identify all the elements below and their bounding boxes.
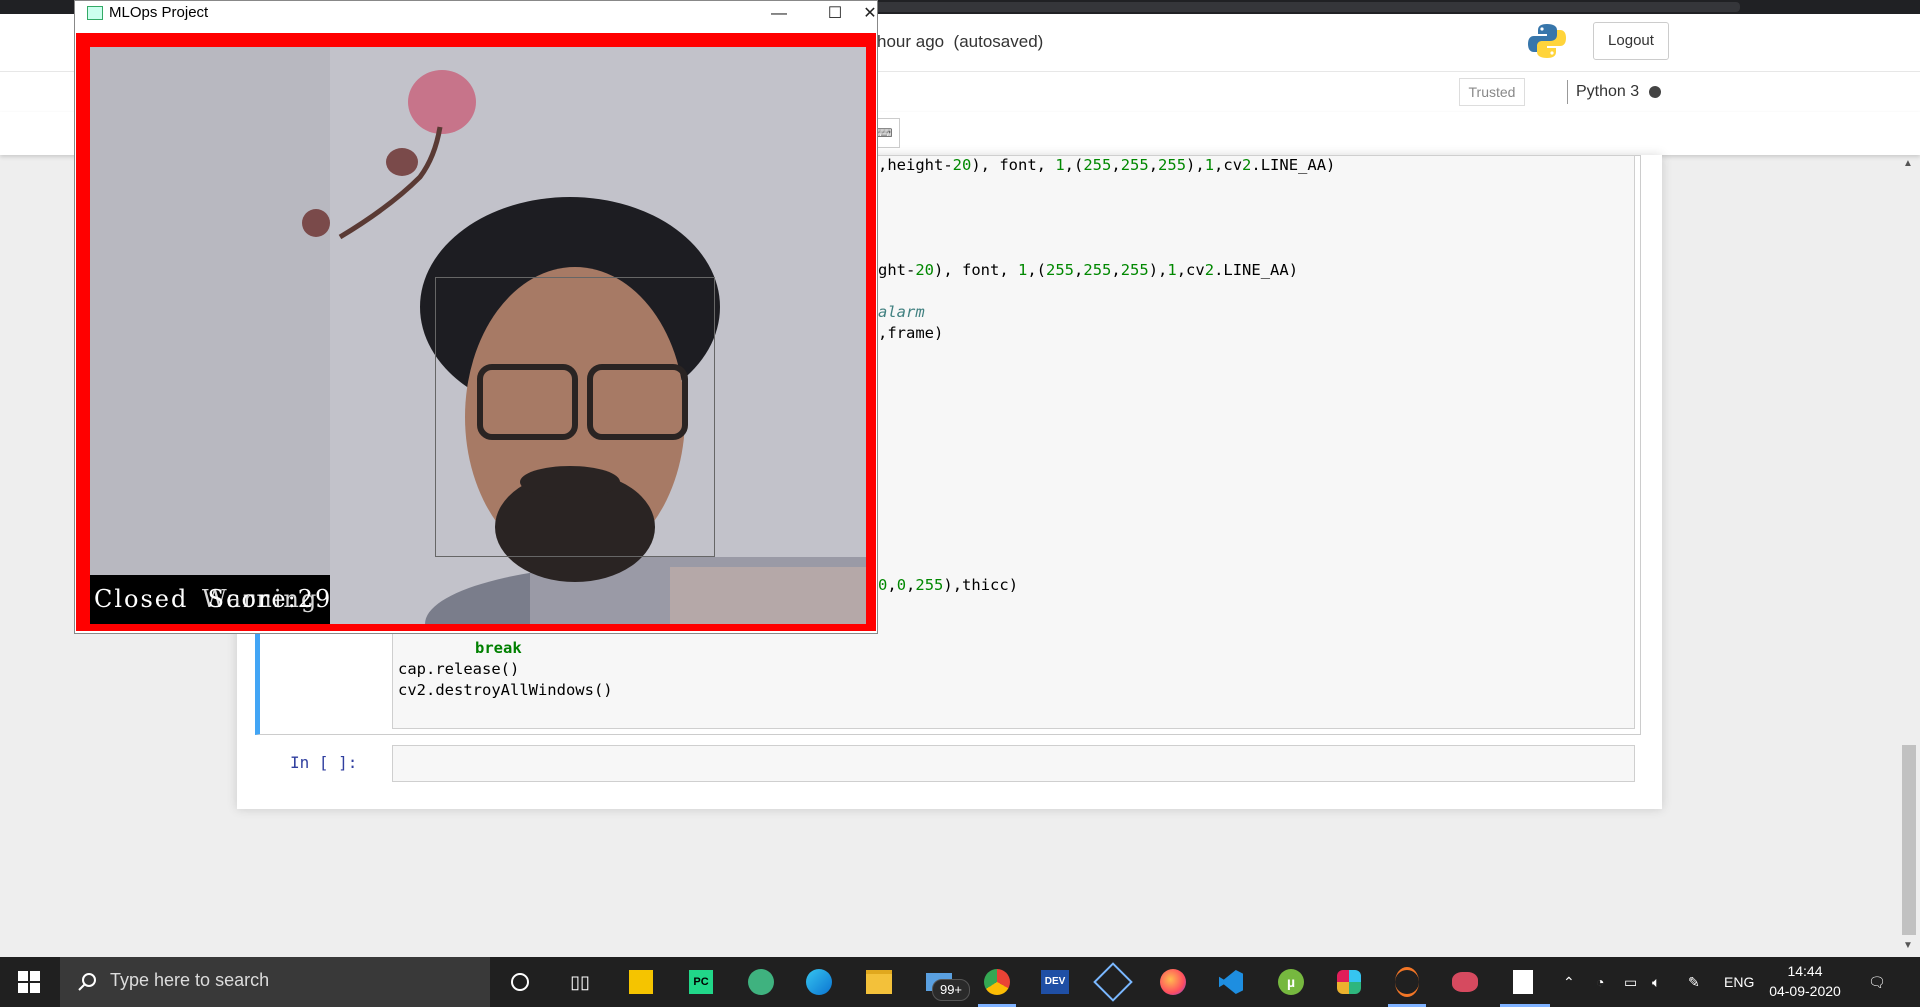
battery-icon[interactable]: ▭ xyxy=(1624,957,1637,1007)
task-view-icon[interactable]: ▯▯ xyxy=(565,967,595,997)
code-line: cv2.destroyAllWindows() xyxy=(398,681,613,699)
kernel-name: Python 3 xyxy=(1576,83,1640,100)
scrollbar-thumb[interactable] xyxy=(1902,745,1916,935)
firefox-icon[interactable] xyxy=(1158,967,1188,997)
clock-time: 14:44 xyxy=(1787,963,1823,979)
clock[interactable]: 14:44 04-09-2020 xyxy=(1762,961,1848,1001)
warning-overlay-text: Warning xyxy=(202,585,319,613)
scroll-down-arrow-icon[interactable]: ▼ xyxy=(1903,940,1913,951)
search-placeholder: Type here to search xyxy=(110,970,270,990)
virtualbox-icon[interactable] xyxy=(1093,962,1133,1002)
window-titlebar[interactable]: MLOps Project — ☐ ✕ xyxy=(75,1,877,27)
slack-icon[interactable] xyxy=(1334,967,1364,997)
file-explorer-icon[interactable] xyxy=(864,967,894,997)
alert-frame: Closed Score:29 Warning xyxy=(76,33,876,631)
mail-badge: 99+ xyxy=(932,979,970,1001)
windows-taskbar: Type here to search ▯▯ PC 99+ DEV µ ⌃ ◔ … xyxy=(0,957,1920,1007)
kernel-status-icon xyxy=(1649,85,1662,98)
code-line: ,height-20), font, 1,(255,255,255),1,cv2… xyxy=(878,156,1336,174)
empty-code-cell[interactable] xyxy=(392,745,1635,782)
trusted-badge[interactable]: Trusted xyxy=(1459,78,1525,106)
window-title: MLOps Project xyxy=(109,4,209,21)
chrome-icon[interactable] xyxy=(982,967,1012,997)
code-line: ,frame) xyxy=(878,324,944,342)
notifications-icon[interactable]: 🗨︎ xyxy=(1868,957,1886,1007)
sticky-notes-icon[interactable] xyxy=(626,967,656,997)
browser-tab[interactable] xyxy=(740,2,1740,12)
atom-icon[interactable] xyxy=(746,967,776,997)
show-hidden-icons-icon[interactable]: ⌃ xyxy=(1563,957,1575,1007)
clock-date: 04-09-2020 xyxy=(1769,983,1841,999)
cortana-icon[interactable] xyxy=(505,967,535,997)
volume-icon[interactable]: 🔈︎ xyxy=(1652,957,1660,1007)
network-icon[interactable]: ◔ xyxy=(1596,957,1604,1007)
language-indicator[interactable]: ENG xyxy=(1724,957,1754,1007)
notepad-icon[interactable] xyxy=(1508,967,1538,997)
maximize-icon[interactable]: ☐ xyxy=(807,1,863,27)
save-status: hour ago (autosaved) xyxy=(877,32,1044,51)
code-keyword: break xyxy=(475,639,522,657)
edge-icon[interactable] xyxy=(804,967,834,997)
code-line: ght-20), font, 1,(255,255,255),1,cv2.LIN… xyxy=(878,261,1299,279)
vscode-icon[interactable] xyxy=(1216,967,1246,997)
app-icon xyxy=(87,6,103,20)
taskbar-search-box[interactable]: Type here to search xyxy=(60,957,490,1007)
webcam-feed: Closed Score:29 Warning xyxy=(90,47,866,624)
python-logo-icon xyxy=(1528,22,1566,60)
opencv-window: MLOps Project — ☐ ✕ Closed Score:29 Warn… xyxy=(74,0,878,634)
devcpp-icon[interactable]: DEV xyxy=(1040,967,1070,997)
code-comment: alarm xyxy=(878,303,925,321)
jupyter-icon[interactable] xyxy=(1392,967,1422,997)
close-icon[interactable]: ✕ xyxy=(863,1,877,27)
face-detection-box xyxy=(435,277,715,557)
kernel-indicator: Python 3 xyxy=(1567,80,1662,104)
pen-icon[interactable]: ✎ xyxy=(1688,957,1700,1007)
search-icon xyxy=(78,973,96,991)
pycharm-icon[interactable]: PC xyxy=(686,967,716,997)
input-prompt: In [ ]: xyxy=(290,753,358,772)
snipping-tool-icon[interactable] xyxy=(1450,967,1480,997)
scroll-up-arrow-icon[interactable]: ▲ xyxy=(1903,158,1913,169)
logout-button[interactable]: Logout xyxy=(1593,22,1669,60)
windows-start-icon[interactable] xyxy=(18,971,40,993)
minimize-icon[interactable]: — xyxy=(751,1,807,27)
code-line: cap.release() xyxy=(398,660,520,678)
code-line: 0,0,255),thicc) xyxy=(878,576,1019,594)
utorrent-icon[interactable]: µ xyxy=(1276,967,1306,997)
